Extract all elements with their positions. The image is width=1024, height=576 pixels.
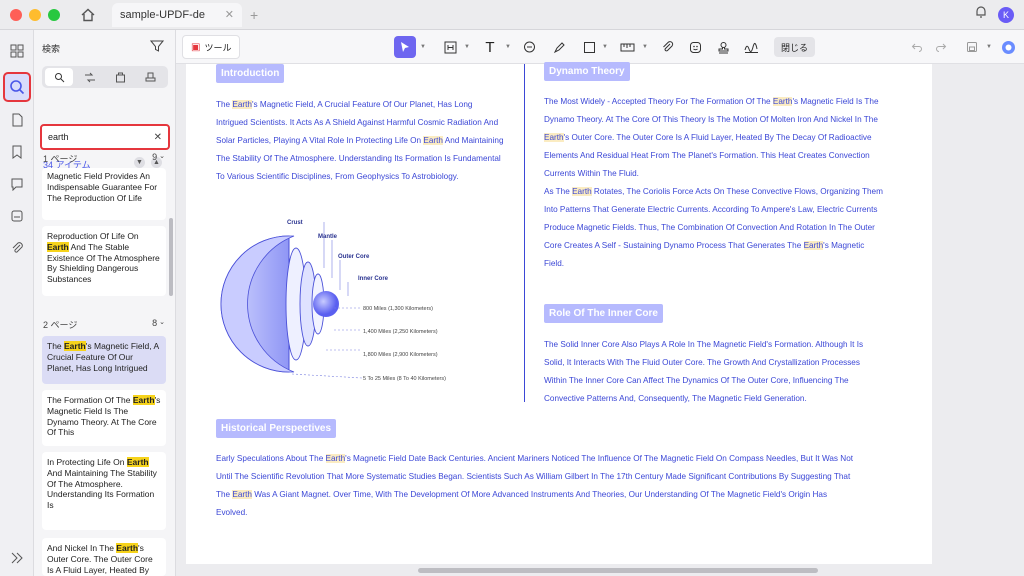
measure-tool-button[interactable] (616, 36, 638, 58)
search-result-item-selected[interactable]: The Earth's Magnetic Field, A Crucial Fe… (42, 336, 166, 384)
zoom-window-button[interactable] (48, 8, 60, 21)
search-input-box: ✕ (40, 124, 170, 150)
sticker-tool-button[interactable] (684, 36, 706, 58)
avatar[interactable]: K (998, 6, 1014, 23)
introduction-paragraph: The Earth's Magnetic Field, A Crucial Fe… (216, 100, 504, 181)
search-match: Earth (232, 100, 252, 109)
ai-assistant-icon[interactable] (998, 36, 1018, 58)
close-tools-button[interactable]: 閉じる (774, 37, 816, 57)
search-match: Earth (544, 133, 564, 142)
search-result-item[interactable]: Magnetic Field Provides An Indispensable… (42, 168, 166, 220)
replace-tab[interactable] (76, 68, 104, 86)
close-window-button[interactable] (10, 8, 22, 21)
clear-search-icon[interactable]: ✕ (154, 132, 162, 143)
thumbnails-icon[interactable] (5, 39, 29, 63)
earth-layers-diagram (220, 222, 363, 379)
chevron-down-icon: ⌄ (159, 319, 165, 326)
chevron-down-icon[interactable]: ▼ (420, 44, 426, 50)
distance-label: 800 Miles (1,300 Kilometers) (363, 306, 434, 312)
attach-file-button[interactable] (656, 36, 678, 58)
search-icon[interactable] (3, 72, 31, 102)
redo-icon[interactable] (932, 36, 950, 58)
column-divider (524, 64, 525, 402)
chevron-down-icon[interactable]: ▼ (642, 44, 648, 50)
undo-icon[interactable] (908, 36, 926, 58)
document-tab-title: sample-UPDF-de (120, 8, 205, 21)
chevron-down-icon[interactable]: ▼ (505, 44, 511, 50)
shape-tool-button[interactable] (578, 36, 600, 58)
result-page-header[interactable]: 1 ページ 9 ⌄ (43, 152, 165, 165)
window-controls (10, 8, 60, 21)
tools-icon: ▣ (191, 41, 201, 53)
panel-title: 検索 (42, 44, 61, 54)
chevron-down-icon: ⌄ (159, 153, 165, 160)
save-icon[interactable] (962, 36, 982, 58)
updf-logo-icon[interactable] (5, 546, 29, 570)
signature-tool-button[interactable] (740, 36, 762, 58)
outer-core-label: Outer Core (338, 254, 370, 260)
comment-tool-button[interactable] (518, 36, 540, 58)
stamp-tool-button[interactable] (712, 36, 734, 58)
historical-paragraph: Early Speculations About The Earth's Mag… (216, 454, 854, 517)
search-mode-switcher (42, 66, 168, 88)
bell-icon[interactable] (974, 5, 988, 24)
result-page-header[interactable]: 2 ページ 8 ⌄ (43, 318, 165, 331)
inner-core-paragraph: The Solid Inner Core Also Plays A Role I… (544, 340, 864, 403)
section-title-introduction: Introduction (216, 64, 285, 83)
inner-core-sphere (313, 291, 339, 317)
search-input[interactable] (48, 132, 144, 142)
search-match: Earth (325, 454, 346, 463)
section-title-historical-perspectives: Historical Perspectives (216, 419, 337, 438)
stamp-tab[interactable] (137, 68, 165, 86)
text-box-tool-button[interactable] (440, 36, 460, 58)
distance-label: 1,400 Miles (2,250 Kilometers) (363, 329, 438, 335)
new-tab-icon[interactable]: + (250, 7, 258, 23)
select-tool-button[interactable] (394, 36, 416, 58)
horizontal-scrollbar[interactable] (418, 568, 818, 573)
search-result-item[interactable]: The Formation Of The Earth's Magnetic Fi… (42, 390, 166, 446)
text-tool-button[interactable]: T (480, 36, 500, 58)
search-match: Earth (232, 490, 252, 499)
section-title-dynamo-theory: Dynamo Theory (544, 62, 630, 81)
text-search-tab[interactable] (45, 68, 74, 86)
comment-icon[interactable] (5, 172, 29, 196)
search-match: Earth (803, 241, 824, 250)
redact-tab[interactable] (106, 68, 134, 86)
crust-label: Crust (287, 220, 303, 226)
left-rail (0, 30, 34, 576)
filter-icon[interactable] (149, 39, 165, 58)
tools-tab[interactable]: ▣ ツール (182, 35, 241, 59)
paperclip-icon[interactable] (5, 236, 29, 260)
panel-scrollbar[interactable] (169, 218, 173, 296)
chevron-down-icon[interactable]: ▼ (602, 44, 608, 50)
inner-core-label: Inner Core (358, 276, 389, 282)
title-bar: sample-UPDF-de ✕ + K (0, 0, 1024, 30)
search-match: Earth (772, 97, 793, 106)
toolbar: ▣ ツール ▼ ▼ T ▼ ▼ ▼ 閉じる ▼ (176, 30, 1024, 64)
highlighter-tool-button[interactable] (548, 36, 570, 58)
section-title-inner-core: Role Of The Inner Core (544, 304, 663, 323)
search-panel: 検索 ✕ 34 アイテム ▼ ▲ 1 ページ 9 ⌄ Magnetic Fiel… (34, 30, 176, 576)
chevron-down-icon[interactable]: ▼ (986, 44, 992, 50)
minimize-window-button[interactable] (29, 8, 41, 21)
bookmark-icon[interactable] (5, 140, 29, 164)
search-match: Earth (572, 187, 592, 196)
chevron-down-icon[interactable]: ▼ (464, 44, 470, 50)
dynamo-paragraph: The Most Widely - Accepted Theory For Th… (544, 97, 883, 268)
page-icon[interactable] (5, 108, 29, 132)
distance-label: 1,800 Miles (2,900 Kilometers) (363, 352, 438, 358)
document-tab[interactable]: sample-UPDF-de ✕ (112, 2, 242, 27)
home-icon[interactable] (78, 5, 98, 25)
search-result-item[interactable]: And Nickel In The Earth's Outer Core. Th… (42, 538, 166, 576)
distance-label: 5 To 25 Miles (8 To 40 Kilometers) (363, 376, 446, 382)
mantle-label: Mantle (318, 234, 338, 240)
close-tab-icon[interactable]: ✕ (225, 8, 234, 21)
search-result-item[interactable]: Reproduction Of Life On Earth And The St… (42, 226, 166, 296)
search-match: Earth (423, 136, 443, 145)
search-result-item[interactable]: In Protecting Life On Earth And Maintain… (42, 452, 166, 530)
attachment-list-icon[interactable] (5, 204, 29, 228)
